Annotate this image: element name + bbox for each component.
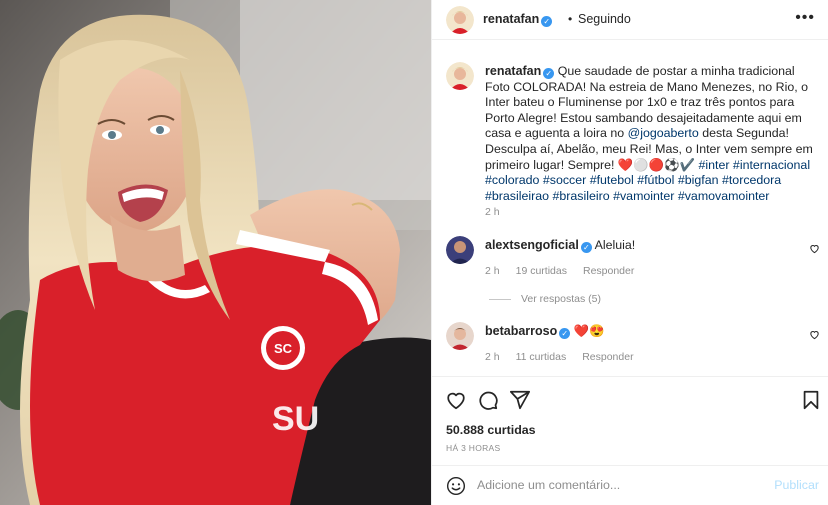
header-separator: •: [568, 12, 573, 26]
reply-button[interactable]: Responder: [582, 351, 633, 363]
share-paper-plane-icon[interactable]: [509, 389, 531, 411]
instagram-post-modal: SC SU renatafan ✓ • Seguindo ••• renataf…: [0, 0, 828, 505]
caption-mention-link[interactable]: @jogoaberto: [628, 126, 699, 140]
comment-text: Aleluia!: [594, 238, 636, 252]
commenter-avatar[interactable]: [446, 236, 474, 264]
author-username-link[interactable]: renatafan ✓: [483, 12, 553, 27]
svg-text:SU: SU: [272, 400, 319, 438]
like-heart-icon[interactable]: [445, 389, 467, 411]
publish-button[interactable]: Publicar: [774, 478, 819, 492]
verified-badge-icon: ✓: [543, 68, 555, 79]
view-replies-label: Ver respostas (5): [521, 293, 601, 305]
post-photo[interactable]: SC SU: [0, 0, 431, 505]
replies-divider-line: [489, 298, 511, 300]
post-actions-bar: 50.888 curtidas HÁ 3 HORAS: [432, 376, 828, 456]
comment-likes-count[interactable]: 19 curtidas: [516, 265, 567, 277]
author-avatar[interactable]: [446, 6, 474, 34]
comment-2: betabarroso ✓ ❤️😍: [485, 324, 605, 339]
comment-bubble-icon[interactable]: [477, 389, 499, 411]
post-likes-count[interactable]: 50.888 curtidas: [446, 423, 536, 437]
post-details-panel: renatafan ✓ • Seguindo ••• renatafan ✓ Que…: [431, 0, 828, 505]
reply-button[interactable]: Responder: [583, 265, 634, 277]
caption-timestamp[interactable]: 2 h: [485, 206, 500, 218]
verified-badge-icon: ✓: [541, 16, 553, 27]
post-caption: renatafan ✓ Que saudade de postar a minha…: [485, 64, 815, 204]
comment-composer: Publicar: [432, 465, 828, 505]
comment-likes-count[interactable]: 11 curtidas: [516, 351, 567, 363]
view-replies-button[interactable]: Ver respostas (5): [489, 293, 601, 305]
verified-badge-icon: ✓: [559, 328, 571, 339]
comment-timestamp[interactable]: 2 h: [485, 351, 500, 363]
verified-badge-icon: ✓: [580, 242, 592, 253]
commenter-avatar[interactable]: [446, 322, 474, 350]
caption-username[interactable]: renatafan: [485, 64, 541, 78]
comment-1: alextsengoficial ✓ Aleluia!: [485, 238, 635, 253]
caption-author-avatar[interactable]: [446, 62, 474, 90]
save-bookmark-icon[interactable]: [800, 389, 822, 411]
comment-text: ❤️😍: [573, 324, 605, 338]
post-timestamp[interactable]: HÁ 3 HORAS: [446, 443, 501, 453]
comment-like-heart-icon[interactable]: [809, 243, 820, 254]
author-username[interactable]: renatafan: [483, 12, 539, 26]
comment-username[interactable]: betabarroso: [485, 324, 557, 338]
post-photo-illustration: SC SU: [0, 0, 431, 505]
comment-2-meta: 2 h 11 curtidas Responder: [485, 351, 650, 363]
following-button[interactable]: Seguindo: [578, 12, 631, 26]
comment-timestamp[interactable]: 2 h: [485, 265, 500, 277]
more-options-icon[interactable]: •••: [795, 9, 815, 27]
svg-text:SC: SC: [274, 341, 293, 356]
emoji-smiley-icon[interactable]: [446, 476, 466, 496]
comment-like-heart-icon[interactable]: [809, 329, 820, 340]
comment-username[interactable]: alextsengoficial: [485, 238, 579, 252]
comment-1-meta: 2 h 19 curtidas Responder: [485, 265, 650, 277]
post-header: renatafan ✓ • Seguindo •••: [432, 0, 828, 40]
comment-input[interactable]: [477, 478, 767, 492]
